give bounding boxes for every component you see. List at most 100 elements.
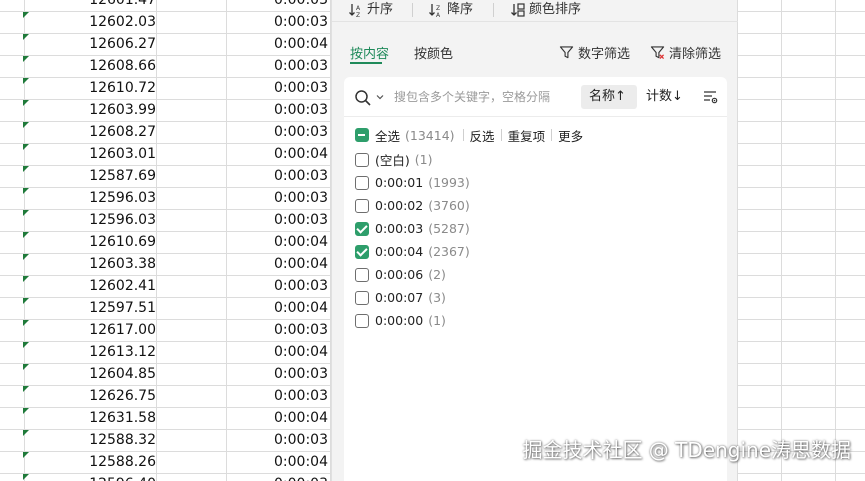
time-cell[interactable]: 0:00:03 [226,319,328,341]
number-cell[interactable]: 12631.58 [25,407,156,429]
number-cell[interactable]: 12596.03 [25,209,156,231]
table-row[interactable]: 12603.38 0:00:04 [0,253,335,275]
time-cell[interactable]: 0:00:03 [226,473,328,481]
filter-item-checkbox[interactable] [355,290,369,305]
filter-item[interactable]: 0:00:00 (1) [355,309,470,332]
number-cell[interactable]: 12587.69 [25,165,156,187]
sort-by-name-button[interactable]: 名称↑ [581,85,637,109]
clear-filter-button[interactable]: 清除筛选 [650,43,721,62]
time-cell[interactable]: 0:00:03 [226,209,328,231]
filter-item[interactable]: 0:00:07 (3) [355,286,470,309]
time-cell[interactable]: 0:00:04 [226,143,328,165]
table-row[interactable]: 12626.75 0:00:03 [0,385,335,407]
table-row[interactable]: 12601.47 0:00:03 [0,0,335,11]
number-cell[interactable]: 12626.75 [25,385,156,407]
number-cell[interactable]: 12601.47 [25,0,156,11]
table-row[interactable]: 12588.26 0:00:04 [0,451,335,473]
filter-item[interactable]: 0:00:03 (5287) [355,217,470,240]
table-row[interactable]: 12596.03 0:00:03 [0,209,335,231]
time-cell[interactable]: 0:00:04 [226,253,328,275]
sort-ascending-button[interactable]: AZ 升序 [348,0,393,20]
number-cell[interactable]: 12610.69 [25,231,156,253]
number-cell[interactable]: 12610.72 [25,77,156,99]
search-icon[interactable] [354,89,372,107]
number-cell[interactable]: 12602.03 [25,11,156,33]
number-cell[interactable]: 12608.66 [25,55,156,77]
time-cell[interactable]: 0:00:03 [226,11,328,33]
table-row[interactable]: 12596.40 0:00:03 [0,473,335,481]
time-cell[interactable]: 0:00:04 [226,297,328,319]
table-row[interactable]: 12596.03 0:00:03 [0,187,335,209]
number-cell[interactable]: 12588.32 [25,429,156,451]
number-cell[interactable]: 12597.51 [25,297,156,319]
table-row[interactable]: 12608.27 0:00:03 [0,121,335,143]
number-cell[interactable]: 12602.41 [25,275,156,297]
more-link[interactable]: 更多 [558,126,583,145]
time-cell[interactable]: 0:00:03 [226,99,328,121]
tab-by-content[interactable]: 按内容 [350,43,389,62]
sort-descending-button[interactable]: ZA 降序 [428,0,473,20]
table-row[interactable]: 12608.66 0:00:03 [0,55,335,77]
filter-item-checkbox[interactable] [355,221,369,236]
time-cell[interactable]: 0:00:03 [226,275,328,297]
number-cell[interactable]: 12613.12 [25,341,156,363]
number-cell[interactable]: 12603.38 [25,253,156,275]
table-row[interactable]: 12588.32 0:00:03 [0,429,335,451]
time-cell[interactable]: 0:00:04 [226,451,328,473]
filter-item-checkbox[interactable] [355,267,369,282]
select-all-checkbox[interactable] [355,128,369,142]
filter-item[interactable]: 0:00:01 (1993) [355,171,470,194]
time-cell[interactable]: 0:00:04 [226,341,328,363]
table-row[interactable]: 12597.51 0:00:04 [0,297,335,319]
number-cell[interactable]: 12588.26 [25,451,156,473]
table-row[interactable]: 12613.12 0:00:04 [0,341,335,363]
time-cell[interactable]: 0:00:03 [226,429,328,451]
time-cell[interactable]: 0:00:03 [226,363,328,385]
number-cell[interactable]: 12603.01 [25,143,156,165]
time-cell[interactable]: 0:00:03 [226,55,328,77]
table-row[interactable]: 12587.69 0:00:03 [0,165,335,187]
time-cell[interactable]: 0:00:04 [226,33,328,55]
number-cell[interactable]: 12596.03 [25,187,156,209]
filter-item[interactable]: 0:00:04 (2367) [355,240,470,263]
time-cell[interactable]: 0:00:03 [226,77,328,99]
search-input[interactable] [394,87,564,107]
select-all-label[interactable]: 全选 [375,126,400,145]
table-row[interactable]: 12603.99 0:00:03 [0,99,335,121]
time-cell[interactable]: 0:00:03 [226,385,328,407]
time-cell[interactable]: 0:00:03 [226,187,328,209]
number-cell[interactable]: 12608.27 [25,121,156,143]
table-row[interactable]: 12603.01 0:00:04 [0,143,335,165]
table-row[interactable]: 12602.41 0:00:03 [0,275,335,297]
time-cell[interactable]: 0:00:03 [226,165,328,187]
sort-by-color-button[interactable]: 颜色排序 [510,0,581,20]
table-row[interactable]: 12617.00 0:00:03 [0,319,335,341]
filter-item[interactable]: 0:00:02 (3760) [355,194,470,217]
table-row[interactable]: 12610.72 0:00:03 [0,77,335,99]
table-row[interactable]: 12610.69 0:00:04 [0,231,335,253]
duplicates-link[interactable]: 重复项 [508,126,546,145]
number-cell[interactable]: 12603.99 [25,99,156,121]
filter-item-checkbox[interactable] [355,313,369,328]
filter-item[interactable]: 0:00:06 (2) [355,263,470,286]
filter-item[interactable]: (空白) (1) [355,148,470,171]
tab-by-color[interactable]: 按颜色 [414,43,453,62]
list-options-icon[interactable] [702,89,718,105]
filter-item-checkbox[interactable] [355,244,369,259]
time-cell[interactable]: 0:00:03 [226,121,328,143]
table-row[interactable]: 12631.58 0:00:04 [0,407,335,429]
number-filter-button[interactable]: 数字筛选 [559,43,630,62]
filter-item-checkbox[interactable] [355,152,369,167]
time-cell[interactable]: 0:00:04 [226,407,328,429]
sort-by-count-button[interactable]: 计数↓ [646,85,683,109]
number-cell[interactable]: 12604.85 [25,363,156,385]
number-cell[interactable]: 12617.00 [25,319,156,341]
time-cell[interactable]: 0:00:03 [226,0,328,11]
table-row[interactable]: 12606.27 0:00:04 [0,33,335,55]
filter-item-checkbox[interactable] [355,175,369,190]
invert-selection-link[interactable]: 反选 [470,126,495,145]
time-cell[interactable]: 0:00:04 [226,231,328,253]
filter-item-checkbox[interactable] [355,198,369,213]
number-cell[interactable]: 12606.27 [25,33,156,55]
table-row[interactable]: 12604.85 0:00:03 [0,363,335,385]
